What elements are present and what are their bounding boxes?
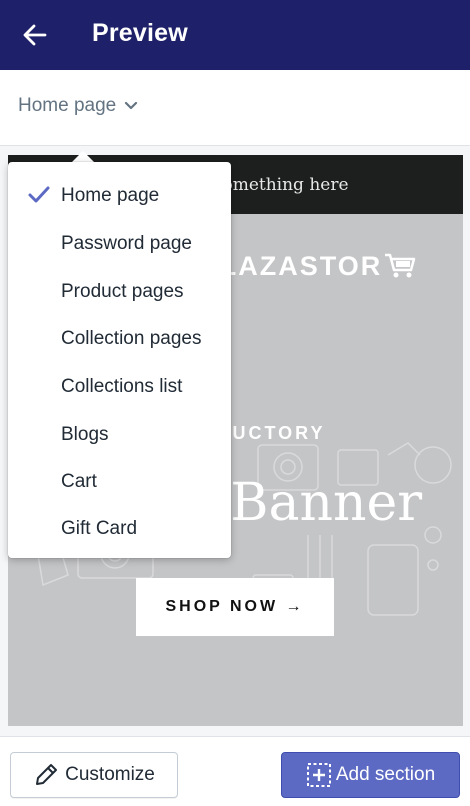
page-selector-value: Home page (18, 95, 117, 116)
cart-icon (384, 253, 416, 279)
menu-item-collection-pages[interactable]: Collection pages (8, 315, 231, 362)
menu-item-label: Password page (61, 232, 192, 254)
customize-label: Customize (65, 764, 155, 785)
menu-item-password-page[interactable]: Password page (8, 220, 231, 267)
menu-item-product-pages[interactable]: Product pages (8, 268, 231, 315)
menu-item-label: Collections list (61, 375, 183, 397)
page-title: Preview (92, 19, 188, 47)
menu-item-label: Collection pages (61, 327, 202, 349)
customize-button[interactable]: Customize (10, 752, 178, 798)
add-section-button[interactable]: Add section (281, 752, 460, 798)
menu-item-label: Blogs (61, 423, 109, 445)
app-bar: Preview (0, 0, 470, 70)
dropdown-caret (72, 151, 94, 162)
chevron-down-icon (124, 101, 138, 111)
checkmark-icon (28, 185, 50, 205)
menu-item-home-page[interactable]: Home page (8, 172, 231, 219)
menu-item-collections-list[interactable]: Collections list (8, 363, 231, 410)
add-section-label: Add section (335, 764, 436, 785)
menu-item-label: Gift Card (61, 517, 138, 539)
page-dropdown-menu: Home page Password page Product pages Co… (8, 162, 231, 558)
bottom-toolbar: Customize Add section (0, 736, 470, 806)
page-selector-bar: Home page (0, 70, 470, 146)
menu-item-cart[interactable]: Cart (8, 458, 231, 505)
menu-item-label: Cart (61, 470, 97, 492)
back-button[interactable] (18, 18, 52, 52)
arrow-left-icon (22, 22, 48, 48)
page-selector[interactable]: Home page (18, 95, 138, 117)
add-section-icon (306, 762, 332, 788)
menu-item-blogs[interactable]: Blogs (8, 411, 231, 458)
menu-item-label: Home page (61, 184, 160, 206)
pencil-icon (33, 762, 59, 788)
menu-item-gift-card[interactable]: Gift Card (8, 505, 231, 552)
shop-now-button[interactable]: SHOP NOW → (136, 578, 334, 636)
menu-item-label: Product pages (61, 280, 184, 302)
